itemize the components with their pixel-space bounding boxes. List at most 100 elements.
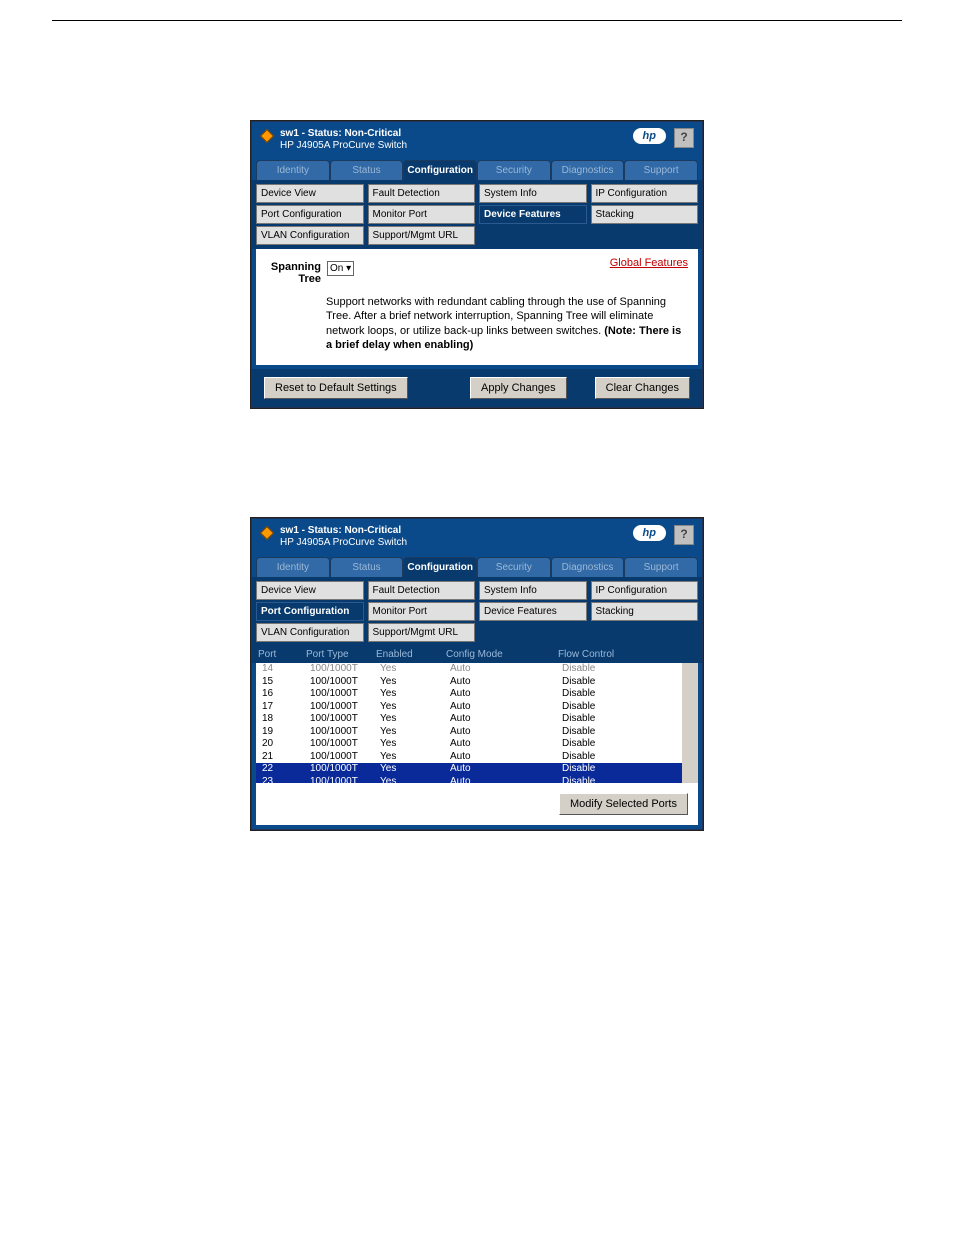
tab-security[interactable]: Security [477,557,551,577]
port-cell [512,776,562,784]
tab-support[interactable]: Support [624,160,698,180]
button-bar: Modify Selected Ports [256,783,698,825]
port-cell: Auto [450,751,512,764]
help-button[interactable]: ? [674,525,694,545]
clear-changes-button[interactable]: Clear Changes [595,377,690,399]
port-row[interactable]: 20100/1000TYesAutoDisable [256,738,682,751]
port-cell: Auto [450,713,512,726]
reset-defaults-button[interactable]: Reset to Default Settings [264,377,408,399]
port-cell: 17 [262,701,310,714]
port-row[interactable]: 17100/1000TYesAutoDisable [256,701,682,714]
port-cell: 19 [262,726,310,739]
column-header: Flow Control [558,649,702,660]
scroll-down-button[interactable]: ▾ [682,767,698,783]
subtab-system-info[interactable]: System Info [479,184,587,203]
port-cell: Yes [380,663,450,676]
apply-changes-button[interactable]: Apply Changes [470,377,567,399]
device-features-panel: Global Features Spanning Tree On ▾ Suppo… [256,249,698,365]
subtab-device-features[interactable]: Device Features [479,602,587,621]
port-cell: Auto [450,776,512,784]
port-cell: Yes [380,776,450,784]
port-cell: Auto [450,763,512,776]
port-table-header: PortPort TypeEnabledConfig ModeFlow Cont… [252,646,702,663]
tab-status[interactable]: Status [330,160,404,180]
port-cell [512,713,562,726]
port-cell [512,676,562,689]
main-tabs: IdentityStatusConfigurationSecurityDiagn… [252,553,702,577]
subtab-vlan-configuration[interactable]: VLAN Configuration [256,623,364,642]
port-cell: Auto [450,663,512,676]
window-subtitle: HP J4905A ProCurve Switch [280,140,633,152]
port-cell [512,751,562,764]
port-cell [512,763,562,776]
port-cell: Auto [450,738,512,751]
port-cell: Yes [380,726,450,739]
subtab-device-features[interactable]: Device Features [479,205,587,224]
help-button[interactable]: ? [674,128,694,148]
tab-diagnostics[interactable]: Diagnostics [551,557,625,577]
device-features-window: sw1 - Status: Non-Critical HP J4905A Pro… [251,121,703,408]
port-cell: Yes [380,701,450,714]
port-cell: Disable [562,763,682,776]
subtab-support-mgmt-url[interactable]: Support/Mgmt URL [368,226,476,245]
subtab-ip-configuration[interactable]: IP Configuration [591,581,699,600]
port-row[interactable]: 15100/1000TYesAutoDisable [256,676,682,689]
spanning-tree-description: Support networks with redundant cabling … [326,295,688,352]
port-cell: Auto [450,726,512,739]
hp-logo-icon: hp [633,128,666,144]
tab-security[interactable]: Security [477,160,551,180]
port-cell: Disable [562,751,682,764]
port-row[interactable]: 23100/1000TYesAutoDisable [256,776,682,784]
tab-diagnostics[interactable]: Diagnostics [551,160,625,180]
subtab-fault-detection[interactable]: Fault Detection [368,581,476,600]
spanning-tree-select[interactable]: On ▾ [327,261,354,276]
column-header: Enabled [376,649,446,660]
tab-identity[interactable]: Identity [256,557,330,577]
window-header: sw1 - Status: Non-Critical HP J4905A Pro… [252,122,702,156]
subtab-device-view[interactable]: Device View [256,184,364,203]
port-cell: Auto [450,701,512,714]
port-cell: 20 [262,738,310,751]
port-cell: 100/1000T [310,713,380,726]
scroll-up-button[interactable]: ▴ [682,663,698,679]
port-cell: Auto [450,676,512,689]
port-row[interactable]: 19100/1000TYesAutoDisable [256,726,682,739]
port-cell: 15 [262,676,310,689]
port-row[interactable]: 16100/1000TYesAutoDisable [256,688,682,701]
column-header: Port Type [306,649,376,660]
subtab-support-mgmt-url[interactable]: Support/Mgmt URL [368,623,476,642]
subtab-stacking[interactable]: Stacking [591,602,699,621]
port-cell: 16 [262,688,310,701]
subtab-monitor-port[interactable]: Monitor Port [368,205,476,224]
modify-selected-ports-button[interactable]: Modify Selected Ports [559,793,688,815]
subtab-device-view[interactable]: Device View [256,581,364,600]
column-header: Port [258,649,306,660]
tab-status[interactable]: Status [330,557,404,577]
port-cell [512,726,562,739]
tab-identity[interactable]: Identity [256,160,330,180]
subtab-fault-detection[interactable]: Fault Detection [368,184,476,203]
port-cell [512,738,562,751]
tab-configuration[interactable]: Configuration [403,160,477,180]
subtab-ip-configuration[interactable]: IP Configuration [591,184,699,203]
port-row[interactable]: 22100/1000TYesAutoDisable [256,763,682,776]
tab-support[interactable]: Support [624,557,698,577]
subtab-vlan-configuration[interactable]: VLAN Configuration [256,226,364,245]
subtab-port-configuration[interactable]: Port Configuration [256,602,364,621]
port-cell: Disable [562,676,682,689]
port-cell: 100/1000T [310,726,380,739]
subtab-stacking[interactable]: Stacking [591,205,699,224]
tab-configuration[interactable]: Configuration [403,557,477,577]
port-row[interactable]: 18100/1000TYesAutoDisable [256,713,682,726]
subtab-system-info[interactable]: System Info [479,581,587,600]
chevron-down-icon: ▾ [346,263,351,274]
subtab-port-configuration[interactable]: Port Configuration [256,205,364,224]
port-cell [512,701,562,714]
global-features-link[interactable]: Global Features [610,257,688,269]
port-cell: Disable [562,738,682,751]
subtab-monitor-port[interactable]: Monitor Port [368,602,476,621]
port-cell: 23 [262,776,310,784]
port-row[interactable]: 14100/1000TYesAutoDisable [256,663,682,676]
port-cell: Yes [380,713,450,726]
port-row[interactable]: 21100/1000TYesAutoDisable [256,751,682,764]
